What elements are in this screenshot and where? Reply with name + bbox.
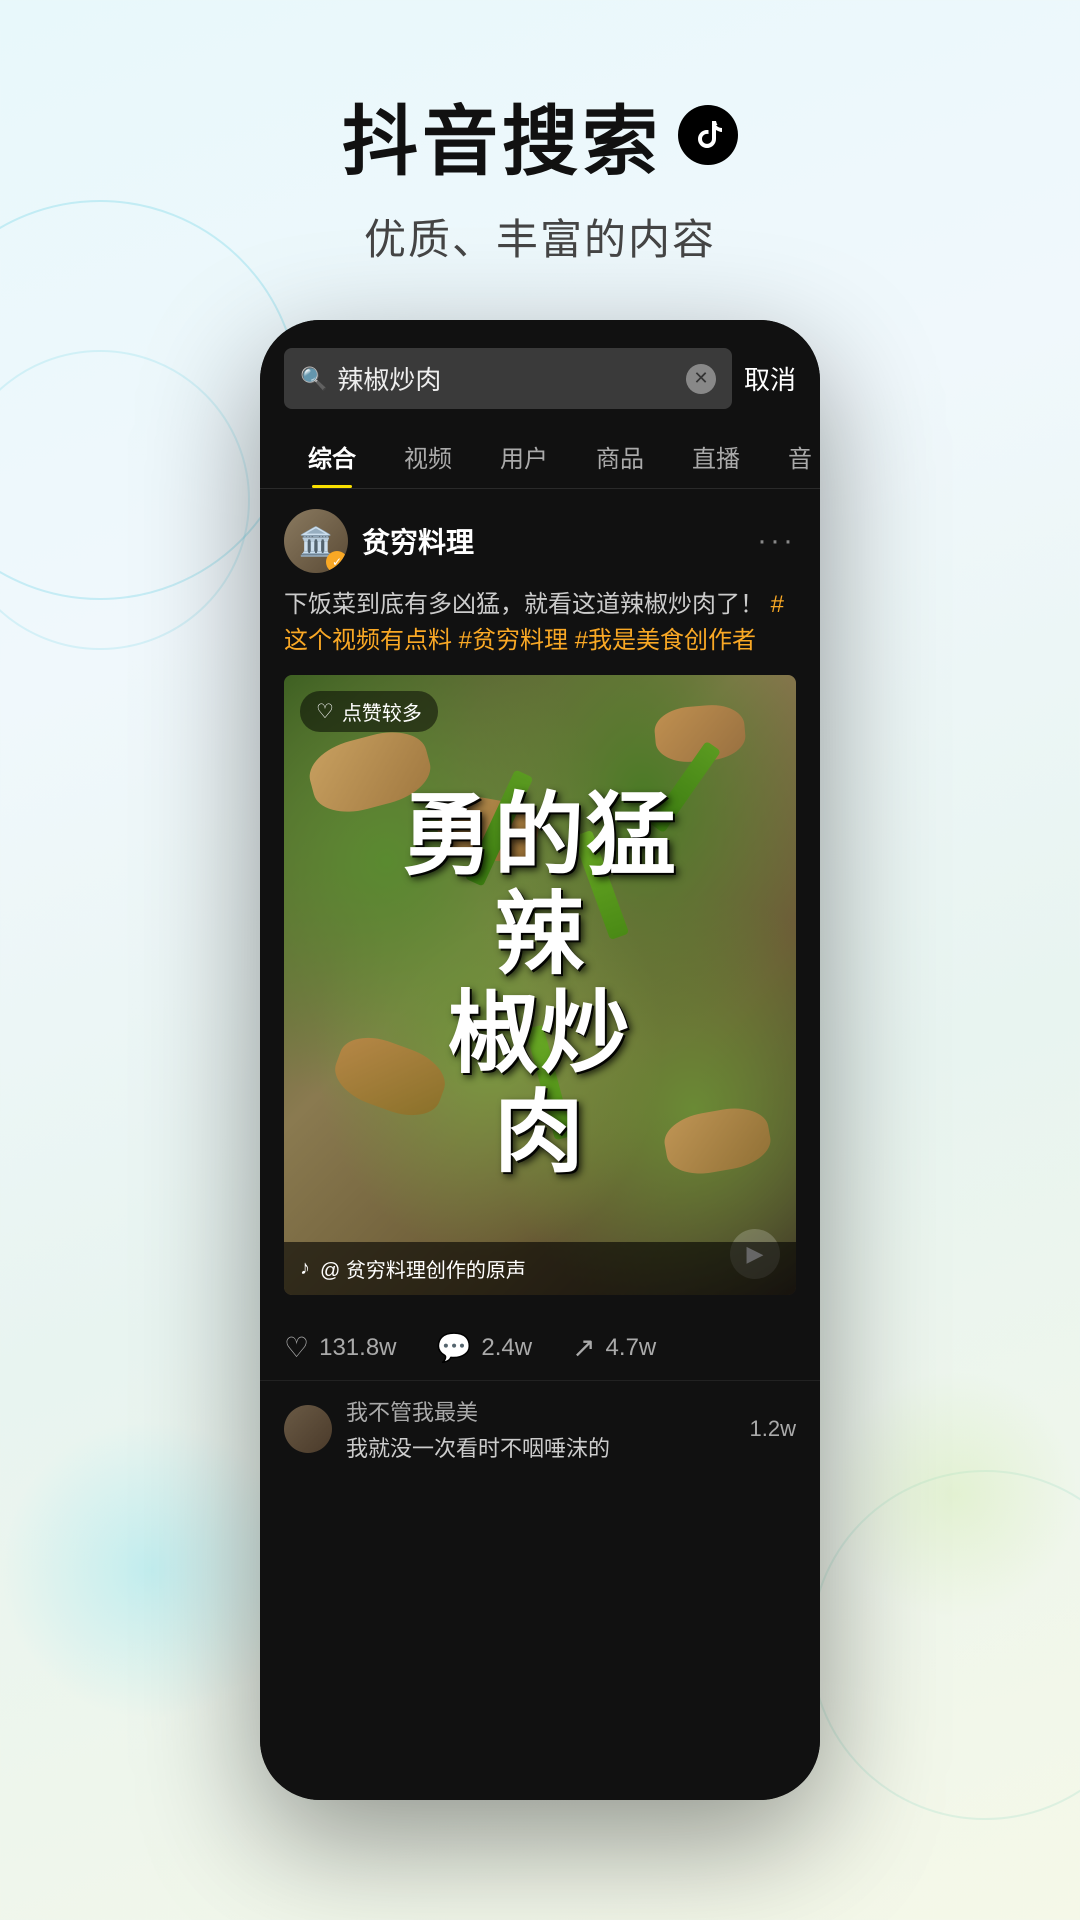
header: 抖音搜索 优质、丰富的内容	[0, 0, 1080, 267]
tab-live[interactable]: 直播	[668, 425, 764, 488]
search-icon: 🔍	[300, 366, 327, 392]
comment-stat-icon: 💬	[437, 1331, 472, 1364]
search-bar: 🔍 辣椒炒肉 ✕ 取消	[260, 320, 820, 425]
app-title-row: 抖音搜索	[0, 80, 1080, 190]
video-text-overlay: 勇的猛辣椒炒肉	[284, 675, 796, 1295]
comment-text: 我就没一次看时不咽唾沫的	[346, 1431, 610, 1463]
user-info: 🏛️ ✓ 贫穷料理	[284, 509, 474, 573]
heart-stat-icon: ♡	[284, 1331, 309, 1364]
source-label: @ 贫穷料理创作的原声	[320, 1254, 526, 1283]
stat-likes[interactable]: ♡ 131.8w	[284, 1331, 397, 1364]
share-stat-icon: ↗	[572, 1331, 595, 1364]
likes-badge-text: 点赞较多	[342, 697, 422, 726]
search-clear-button[interactable]: ✕	[686, 364, 716, 394]
bg-glow-right	[830, 1370, 1080, 1620]
video-thumbnail[interactable]: 勇的猛辣椒炒肉 ♡ 点赞较多 ▶	[284, 675, 796, 1295]
post-text: 下饭菜到底有多凶猛，就看这道辣椒炒肉了！ #这个视频有点料 #贫穷料理 #我是美…	[284, 587, 796, 659]
video-overlay-text: 勇的猛辣椒炒肉	[402, 787, 678, 1183]
phone-frame: 🔍 辣椒炒肉 ✕ 取消 综合 视频 用户 商品	[260, 320, 820, 1800]
header-subtitle: 优质、丰富的内容	[0, 206, 1080, 267]
hashtag-3[interactable]: #我是美食创作者	[575, 627, 756, 654]
username[interactable]: 贫穷料理	[362, 521, 474, 561]
stat-comments[interactable]: 💬 2.4w	[437, 1331, 533, 1364]
stat-shares[interactable]: ↗ 4.7w	[572, 1331, 656, 1364]
tab-music[interactable]: 音	[764, 425, 820, 488]
comment-item: 我不管我最美 我就没一次看时不咽唾沫的 1.2w	[284, 1381, 796, 1477]
phone-mockup: 🔍 辣椒炒肉 ✕ 取消 综合 视频 用户 商品	[260, 320, 820, 1800]
search-tabs: 综合 视频 用户 商品 直播 音	[260, 425, 820, 489]
comment-content: 我不管我最美 我就没一次看时不咽唾沫的	[346, 1395, 610, 1463]
tiktok-logo-icon	[678, 105, 738, 165]
video-background: 勇的猛辣椒炒肉 ♡ 点赞较多 ▶	[284, 675, 796, 1295]
search-cancel-button[interactable]: 取消	[744, 360, 796, 397]
more-options-button[interactable]: ···	[757, 524, 796, 558]
comment-preview: 我不管我最美 我就没一次看时不咽唾沫的 1.2w	[260, 1380, 820, 1477]
phone-content: 🔍 辣椒炒肉 ✕ 取消 综合 视频 用户 商品	[260, 320, 820, 1800]
search-input-container[interactable]: 🔍 辣椒炒肉 ✕	[284, 348, 732, 409]
shares-count: 4.7w	[606, 1334, 657, 1362]
search-query: 辣椒炒肉	[337, 360, 676, 397]
heart-icon: ♡	[316, 699, 334, 724]
bg-glow-left	[0, 1420, 300, 1720]
stats-row: ♡ 131.8w 💬 2.4w ↗ 4.7w	[260, 1315, 820, 1380]
tab-video[interactable]: 视频	[380, 425, 476, 488]
comment-avatar	[284, 1405, 332, 1453]
verified-badge-icon: ✓	[326, 551, 348, 573]
video-bottom-bar: ♪ @ 贫穷料理创作的原声	[284, 1242, 796, 1295]
hashtag-2[interactable]: #贫穷料理	[459, 627, 568, 654]
comments-count: 2.4w	[481, 1334, 532, 1362]
comment-username: 我不管我最美	[346, 1395, 610, 1427]
comment-count: 1.2w	[750, 1416, 796, 1442]
app-title: 抖音搜索	[342, 80, 662, 190]
user-row: 🏛️ ✓ 贫穷料理 ···	[284, 509, 796, 573]
tab-product[interactable]: 商品	[572, 425, 668, 488]
tab-user[interactable]: 用户	[476, 425, 572, 488]
likes-count: 131.8w	[319, 1334, 396, 1362]
avatar: 🏛️ ✓	[284, 509, 348, 573]
tab-comprehensive[interactable]: 综合	[284, 425, 380, 488]
likes-badge: ♡ 点赞较多	[300, 691, 438, 732]
tiktok-note-icon: ♪	[300, 1257, 310, 1280]
result-card: 🏛️ ✓ 贫穷料理 ··· 下饭菜到底有多凶猛，就看这道辣椒炒肉了！ #这个视频…	[260, 489, 820, 1315]
